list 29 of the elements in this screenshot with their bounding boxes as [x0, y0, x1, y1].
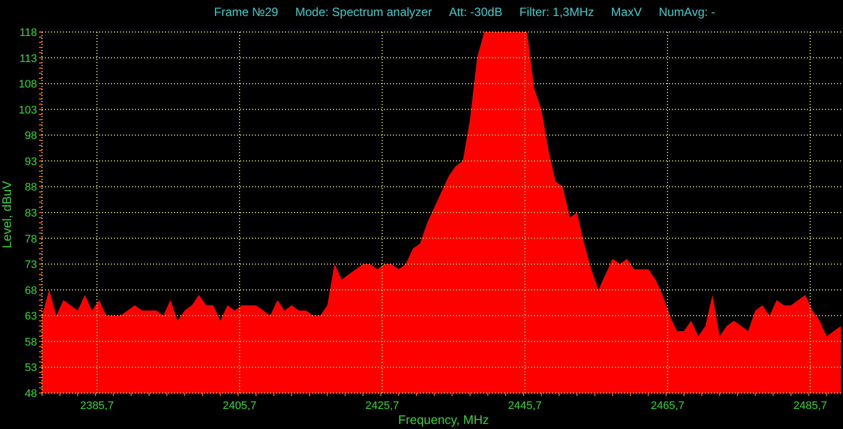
x-tick-label: 2385,7	[80, 400, 114, 412]
status-text: NumAvg: -	[658, 5, 716, 19]
y-tick-label: 103	[18, 104, 37, 116]
y-tick-label: 78	[24, 233, 37, 246]
y-tick-label: 118	[19, 27, 37, 39]
y-tick-label: 48	[24, 388, 37, 400]
y-tick-label: 88	[24, 182, 37, 194]
x-tick-label: 2425,7	[365, 400, 400, 412]
y-tick-label: 58	[24, 336, 37, 348]
x-tick-label: 2465,7	[650, 400, 684, 412]
x-axis-title: Frequency, MHz	[398, 413, 489, 427]
y-tick-label: 53	[24, 362, 37, 374]
status-text: Filter: 1,3MHz	[519, 5, 594, 19]
y-tick-label: 108	[18, 78, 37, 91]
x-tick-label: 2405,7	[222, 400, 256, 412]
status-text: Frame №29	[214, 5, 278, 19]
y-axis-title: Level, dBuV	[0, 180, 14, 248]
status-text: Mode: Spectrum analyzer	[295, 5, 432, 19]
y-tick-label: 63	[24, 310, 37, 323]
y-tick-label: 113	[19, 52, 37, 65]
y-tick-label: 68	[24, 284, 37, 297]
y-tick-label: 83	[24, 208, 37, 220]
y-tick-label: 98	[24, 130, 37, 142]
x-tick-label: 2445,7	[508, 400, 542, 412]
status-text: Att: -30dB	[448, 5, 502, 19]
x-tick-label: 2485,7	[793, 400, 828, 412]
y-tick-label: 73	[24, 259, 37, 272]
status-text: MaxV	[611, 5, 642, 19]
y-tick-label: 93	[24, 156, 37, 168]
